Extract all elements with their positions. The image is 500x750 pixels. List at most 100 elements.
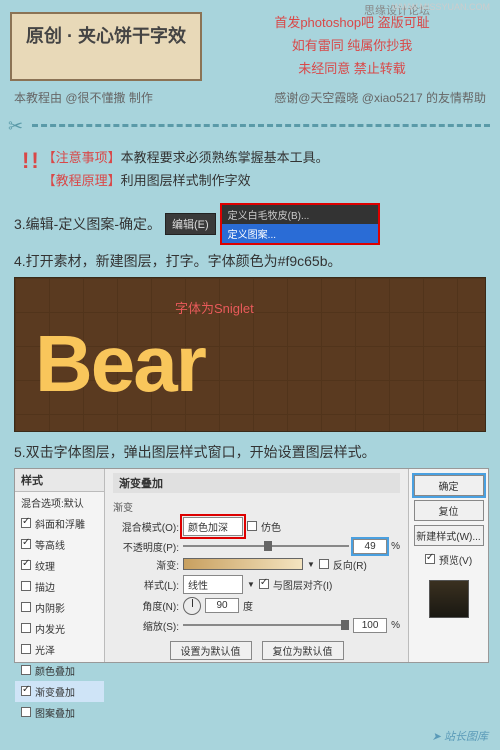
style-checkbox[interactable]: [21, 644, 31, 654]
gradient-overlay-header: 渐变叠加: [113, 473, 400, 493]
steps: 3.编辑-定义图案-确定。 编辑(E) 定义白毛牧皮(B)... 定义图案...…: [0, 203, 500, 271]
style-checkbox[interactable]: [21, 518, 31, 528]
dropdown-item-selected: 定义图案...: [222, 224, 378, 243]
step-text: 4.打开素材，新建图层，打字。字体颜色为#f9c65b。: [14, 251, 342, 271]
style-option[interactable]: 内发光: [15, 618, 104, 639]
step-4: 4.打开素材，新建图层，打字。字体颜色为#f9c65b。: [14, 251, 486, 271]
footer-watermark: ➤ 站长图库: [432, 728, 488, 744]
style-label: 样式(L):: [113, 577, 179, 592]
style-option[interactable]: 纹理: [15, 555, 104, 576]
pct-label: %: [391, 541, 400, 552]
preview-checkbox[interactable]: [425, 554, 435, 564]
style-option-label: 颜色叠加: [35, 663, 75, 678]
blend-mode-label: 混合模式(O):: [113, 519, 179, 534]
style-checkbox[interactable]: [21, 623, 31, 633]
new-style-button[interactable]: 新建样式(W)...: [414, 525, 484, 546]
reverse-checkbox[interactable]: [319, 559, 329, 569]
set-default-button[interactable]: 设置为默认值: [170, 641, 252, 660]
bear-preview: 字体为Sniglet Bear: [14, 277, 486, 432]
notice-text: 本教程要求必须熟练掌握基本工具。: [121, 150, 329, 165]
align-label: 与图层对齐(I): [273, 577, 332, 592]
edit-menu-button[interactable]: 编辑(E): [165, 213, 216, 235]
notice-label: 【注意事项】: [43, 150, 121, 165]
reverse-label: 反向(R): [333, 557, 367, 572]
dropdown-item: 定义白毛牧皮(B)...: [222, 205, 378, 224]
section-label: 渐变: [113, 499, 400, 514]
bear-text: Bear: [35, 318, 205, 410]
style-select[interactable]: 线性: [183, 575, 243, 594]
blend-default-row[interactable]: 混合选项:默认: [15, 492, 104, 513]
reset-default-button[interactable]: 复位为默认值: [262, 641, 344, 660]
opacity-input[interactable]: 49: [353, 539, 387, 554]
warning-line: 如有雷同 纯属你抄我: [214, 35, 490, 54]
style-option-label: 图案叠加: [35, 705, 75, 720]
url-watermark: WWW.MISSYUAN.COM: [392, 2, 490, 12]
style-option-label: 等高线: [35, 537, 65, 552]
gradient-label: 渐变:: [113, 557, 179, 572]
dialog-right-panel: 确定 复位 新建样式(W)... 预览(V): [408, 469, 488, 662]
style-option[interactable]: 内阴影: [15, 597, 104, 618]
style-checkbox[interactable]: [21, 707, 31, 717]
dither-label: 仿色: [261, 519, 281, 534]
gradient-picker[interactable]: [183, 558, 303, 570]
style-checkbox[interactable]: [21, 602, 31, 612]
step-text: 5.双击字体图层，弹出图层样式窗口，开始设置图层样式。: [14, 442, 376, 462]
tutorial-title: 原创 · 夹心饼干字效: [10, 12, 202, 81]
notice-label: 【教程原理】: [43, 173, 121, 188]
style-option[interactable]: 等高线: [15, 534, 104, 555]
dialog-left-panel: 样式 混合选项:默认 斜面和浮雕等高线纹理描边内阴影内发光光泽颜色叠加渐变叠加图…: [15, 469, 105, 662]
style-option[interactable]: 渐变叠加: [15, 681, 104, 702]
style-option-label: 渐变叠加: [35, 684, 75, 699]
style-option-label: 纹理: [35, 558, 55, 573]
style-option-label: 光泽: [35, 642, 55, 657]
style-option[interactable]: 斜面和浮雕: [15, 513, 104, 534]
dither-checkbox[interactable]: [247, 521, 257, 531]
pct-label: %: [391, 620, 400, 631]
style-option[interactable]: 颜色叠加: [15, 660, 104, 681]
blend-mode-select[interactable]: 颜色加深: [183, 517, 243, 536]
angle-label: 角度(N):: [113, 598, 179, 613]
preview-label: 预览(V): [439, 552, 472, 567]
style-option[interactable]: 图案叠加: [15, 702, 104, 723]
align-checkbox[interactable]: [259, 579, 269, 589]
warning-line: 首发photoshop吧 盗版可耻: [214, 12, 490, 31]
thanks-credit: 感谢@天空霞晓 @xiao5217 的友情帮助: [274, 89, 486, 106]
notice-text: 利用图层样式制作字效: [121, 173, 251, 188]
dialog-mid-panel: 渐变叠加 渐变 混合模式(O): 颜色加深 仿色 不透明度(P): 49 % 渐…: [105, 469, 408, 662]
step-text: 3.编辑-定义图案-确定。: [14, 214, 161, 234]
style-checkbox[interactable]: [21, 665, 31, 675]
steps: 5.双击字体图层，弹出图层样式窗口，开始设置图层样式。: [0, 442, 500, 462]
font-annotation: 字体为Sniglet: [175, 298, 254, 317]
scale-label: 缩放(S):: [113, 618, 179, 633]
credits-row: 本教程由 @很不懂撒 制作 感谢@天空霞晓 @xiao5217 的友情帮助: [0, 89, 500, 112]
author-credit: 本教程由 @很不懂撒 制作: [14, 89, 153, 106]
scale-input[interactable]: 100: [353, 618, 387, 633]
step-3: 3.编辑-定义图案-确定。 编辑(E) 定义白毛牧皮(B)... 定义图案...: [14, 203, 486, 245]
scissors-icon: ✂: [8, 116, 23, 137]
angle-input[interactable]: 90: [205, 598, 239, 613]
layer-style-dialog: 样式 混合选项:默认 斜面和浮雕等高线纹理描边内阴影内发光光泽颜色叠加渐变叠加图…: [14, 468, 489, 663]
preview-swatch: [429, 580, 469, 618]
step-5: 5.双击字体图层，弹出图层样式窗口，开始设置图层样式。: [14, 442, 486, 462]
notice-block: ! ! 【注意事项】本教程要求必须熟练掌握基本工具。 【教程原理】利用图层样式制…: [0, 146, 500, 197]
style-checkbox[interactable]: [21, 686, 31, 696]
dash-line: [32, 124, 490, 127]
style-option-label: 描边: [35, 579, 55, 594]
style-checkbox[interactable]: [21, 539, 31, 549]
style-option-label: 斜面和浮雕: [35, 516, 85, 531]
cancel-button[interactable]: 复位: [414, 500, 484, 521]
style-option-label: 内发光: [35, 621, 65, 636]
style-option-label: 内阴影: [35, 600, 65, 615]
warning-line: 未经同意 禁止转载: [214, 58, 490, 77]
ok-button[interactable]: 确定: [414, 475, 484, 496]
header-warnings: 首发photoshop吧 盗版可耻 如有雷同 纯属你抄我 未经同意 禁止转载: [214, 12, 490, 81]
style-option[interactable]: 光泽: [15, 639, 104, 660]
style-option[interactable]: 描边: [15, 576, 104, 597]
opacity-label: 不透明度(P):: [113, 539, 179, 554]
style-checkbox[interactable]: [21, 581, 31, 591]
style-checkbox[interactable]: [21, 560, 31, 570]
exclamation-icon: !: [22, 150, 29, 172]
scissor-divider: ✂: [0, 116, 500, 138]
degree-label: 度: [243, 598, 253, 613]
styles-header: 样式: [15, 469, 104, 492]
